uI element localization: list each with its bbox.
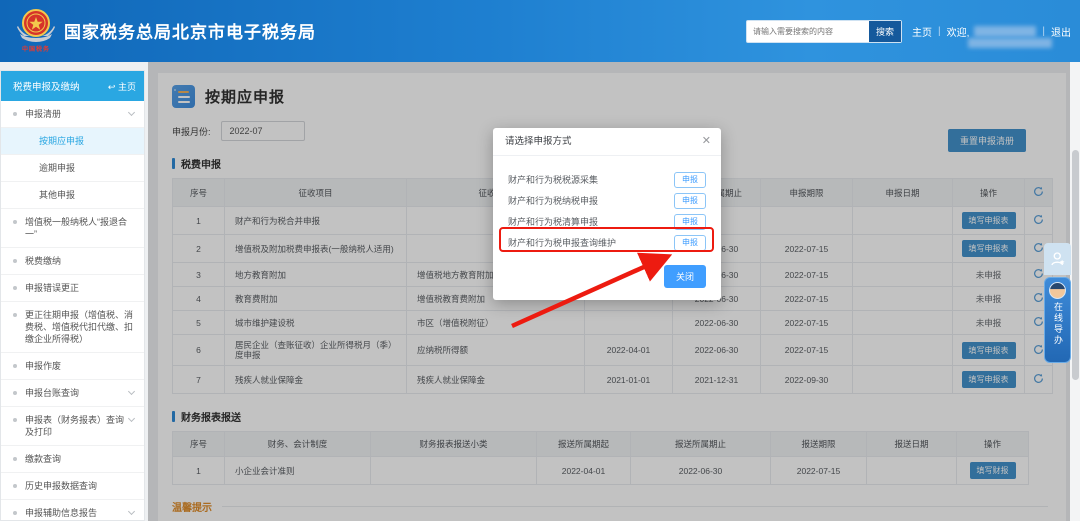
scrollbar (1070, 62, 1080, 521)
modal-close-button[interactable]: 关闭 (663, 265, 706, 288)
sidebar-item[interactable]: 申报作废 (1, 353, 144, 380)
logout-link[interactable]: 退出 (1051, 24, 1071, 39)
modal-options: 财产和行为税税源采集 申报 财产和行为税纳税申报 申报 财产和行为税清算申报 申报 财产和行… (493, 156, 721, 253)
modal-option-label: 财产和行为税纳税申报 (508, 196, 599, 206)
bullet-icon (13, 484, 17, 488)
scrollbar-thumb[interactable] (1071, 150, 1079, 380)
bullet-icon (13, 391, 17, 395)
separator: | (1042, 26, 1045, 37)
declare-button[interactable]: 申报 (674, 213, 706, 230)
sidebar-menu: 申报清册按期应申报逾期申报其他申报增值税一般纳税人“报退合一” 税费缴纳申报错误更… (1, 101, 144, 521)
modal-option-label: 财产和行为税申报查询维护 (508, 238, 617, 248)
sidebar-item-label: 按期应申报 (39, 136, 85, 146)
chevron-down-icon (127, 507, 136, 516)
declare-mode-modal: 请选择申报方式 ✕ 财产和行为税税源采集 申报 财产和行为税纳税申报 申报 财产和行为税… (493, 128, 721, 300)
search-button[interactable]: 搜索 (869, 21, 901, 42)
modal-option: 财产和行为税税源采集 申报 (508, 169, 706, 190)
sidebar-item[interactable]: 历史申报数据查询 (1, 473, 144, 500)
sidebar-item[interactable]: 申报台账查询 (1, 380, 144, 407)
sidebar-item[interactable]: 申报清册 (1, 101, 144, 128)
search-input[interactable] (747, 21, 869, 42)
tax-emblem-logo: 中国税务 (14, 8, 58, 56)
modal-option-label: 财产和行为税税源采集 (508, 175, 599, 185)
online-guide-widget: 在线导办 (1044, 243, 1071, 363)
sidebar-item[interactable]: 按期应申报 (1, 128, 144, 155)
modal-option: 财产和行为税纳税申报 申报 (508, 190, 706, 211)
declare-button[interactable]: 申报 (674, 192, 706, 209)
top-header: 中国税务 国家税务总局北京市电子税务局 搜索 主页 | 欢迎, | 退出 (0, 0, 1080, 62)
sidebar-item-label: 增值税一般纳税人“报退合一” (25, 217, 127, 239)
back-arrow-icon: ↩ (107, 81, 116, 92)
sidebar: 税费申报及缴纳 ↩ 主页 申报清册按期应申报逾期申报其他申报增值税一般纳税人“报… (0, 70, 145, 521)
close-icon[interactable]: ✕ (702, 135, 711, 147)
header-search: 搜索 (746, 20, 902, 43)
sidebar-item[interactable]: 更正往期申报（增值税、消费税、增值税代扣代缴、扣缴企业所得税） (1, 302, 144, 353)
sidebar-header: 税费申报及缴纳 ↩ 主页 (1, 71, 144, 101)
sidebar-item-label: 其他申报 (39, 190, 76, 200)
sidebar-item[interactable]: 其他申报 (1, 182, 144, 209)
chevron-down-icon (127, 387, 136, 396)
sidebar-item-label: 更正往期申报（增值税、消费税、增值税代扣代缴、扣缴企业所得税） (25, 310, 134, 344)
sidebar-item[interactable]: 缴款查询 (1, 446, 144, 473)
user-name-blurred (974, 26, 1037, 37)
bullet-icon (13, 511, 17, 515)
bullet-icon (13, 364, 17, 368)
sidebar-title: 税费申报及缴纳 (13, 82, 80, 93)
user-name-blurred-line2 (968, 38, 1052, 48)
chevron-down-icon (127, 108, 136, 117)
modal-option: 财产和行为税申报查询维护 申报 (508, 232, 706, 253)
modal-option: 财产和行为税清算申报 申报 (508, 211, 706, 232)
sidebar-item-label: 逾期申报 (39, 163, 76, 173)
sidebar-item[interactable]: 税费缴纳 (1, 248, 144, 275)
user-star-icon[interactable] (1044, 243, 1071, 275)
bullet-icon (13, 418, 17, 422)
separator: | (938, 26, 941, 37)
declare-button[interactable]: 申报 (674, 171, 706, 188)
sidebar-item-label: 申报辅助信息报告 (25, 508, 98, 518)
sidebar-item[interactable]: 增值税一般纳税人“报退合一” (1, 209, 144, 248)
sidebar-item-label: 历史申报数据查询 (25, 481, 98, 491)
chevron-down-icon (127, 414, 136, 423)
modal-title: 请选择申报方式 (493, 128, 721, 156)
logo-text: 中国税务 (21, 47, 50, 53)
declare-button[interactable]: 申报 (674, 234, 706, 251)
online-guide-label: 在线导办 (1053, 302, 1063, 346)
sidebar-item[interactable]: 申报表（财务报表）查询及打印 (1, 407, 144, 446)
guide-avatar-icon (1049, 282, 1066, 299)
sidebar-item[interactable]: 申报错误更正 (1, 275, 144, 302)
sidebar-item-label: 申报表（财务报表）查询及打印 (25, 415, 125, 437)
home-link[interactable]: 主页 (912, 24, 932, 39)
bullet-icon (13, 259, 17, 263)
bullet-icon (13, 220, 17, 224)
online-guide-button[interactable]: 在线导办 (1044, 277, 1071, 363)
bullet-icon (13, 286, 17, 290)
sidebar-item-label: 缴款查询 (25, 454, 62, 464)
sidebar-item-label: 申报清册 (25, 109, 62, 119)
sidebar-item-label: 税费缴纳 (25, 256, 62, 266)
sidebar-item[interactable]: 申报辅助信息报告 (1, 500, 144, 521)
sidebar-item[interactable]: 逾期申报 (1, 155, 144, 182)
header-links: 主页 | 欢迎, | 退出 (912, 24, 1071, 39)
sidebar-item-label: 申报作废 (25, 361, 62, 371)
bullet-icon (13, 313, 17, 317)
bullet-icon (13, 112, 17, 116)
modal-option-label: 财产和行为税清算申报 (508, 217, 599, 227)
bullet-icon (13, 457, 17, 461)
site-title: 国家税务总局北京市电子税务局 (64, 23, 316, 42)
sidebar-item-label: 申报错误更正 (25, 283, 80, 293)
sidebar-home-button[interactable]: ↩ 主页 (108, 80, 136, 93)
welcome-text: 欢迎, (946, 28, 970, 39)
sidebar-item-label: 申报台账查询 (25, 388, 80, 398)
